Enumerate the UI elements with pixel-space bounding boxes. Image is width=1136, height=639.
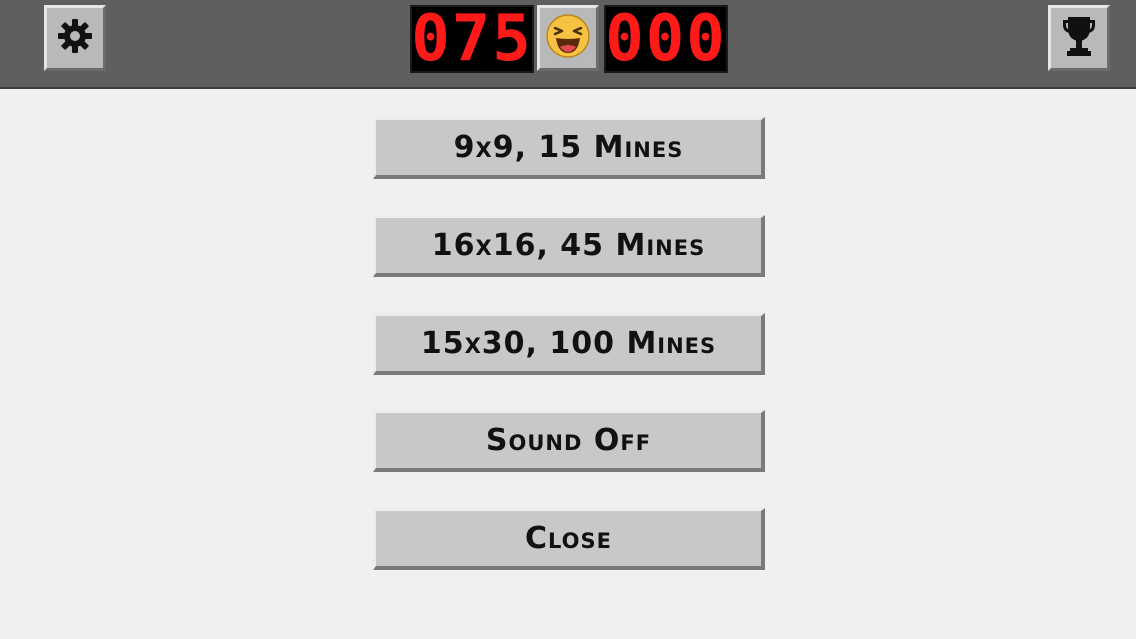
sound-toggle-button[interactable]: Sound Off bbox=[373, 410, 765, 472]
trophy-icon bbox=[1061, 14, 1097, 62]
laughing-face-icon bbox=[545, 13, 591, 63]
settings-button[interactable] bbox=[44, 5, 106, 71]
difficulty-intermediate-button[interactable]: 16x16, 45 Mines bbox=[373, 215, 765, 277]
top-bar: 075 000 bbox=[0, 0, 1136, 89]
mine-counter: 075 bbox=[410, 2, 534, 76]
close-button[interactable]: Close bbox=[373, 508, 765, 570]
face-reset-button[interactable] bbox=[537, 5, 599, 71]
timer: 000 bbox=[604, 2, 728, 76]
gear-icon bbox=[55, 16, 95, 60]
leaderboard-button[interactable] bbox=[1048, 5, 1110, 71]
difficulty-expert-button[interactable]: 15x30, 100 Mines bbox=[373, 313, 765, 375]
difficulty-beginner-button[interactable]: 9x9, 15 Mines bbox=[373, 117, 765, 179]
